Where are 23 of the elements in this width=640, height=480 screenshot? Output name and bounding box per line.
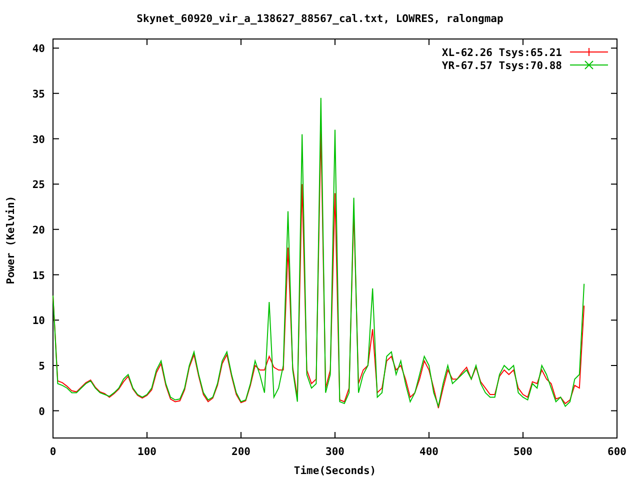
chart-title: Skynet_60920_vir_a_138627_88567_cal.txt, LOWRES, ralongmap	[136, 13, 504, 25]
y-tick-label: 15	[32, 270, 45, 282]
legend-line-icon	[570, 48, 608, 56]
y-tick-label: 35	[32, 88, 45, 100]
y-tick-label: 10	[32, 315, 45, 328]
x-tick-label: 500	[514, 446, 532, 458]
y-axis-title: Power (Kelvin)	[5, 196, 17, 284]
y-tick-label: 30	[32, 134, 45, 146]
x-tick-label: 400	[420, 446, 438, 458]
x-tick-label: 600	[608, 446, 626, 458]
legend-label: YR-67.57 Tsys:70.88	[442, 60, 562, 72]
legend-label: XL-62.26 Tsys:65.21	[442, 47, 562, 59]
x-tick-label: 0	[50, 446, 56, 458]
y-tick-label: 0	[38, 406, 45, 418]
x-axis-title: Time(Seconds)	[294, 465, 376, 477]
y-tick-label: 40	[32, 43, 45, 56]
y-tick-label: 5	[38, 360, 45, 372]
x-tick-label: 200	[232, 446, 250, 458]
y-tick-label: 25	[32, 179, 45, 192]
x-tick-label: 100	[138, 446, 156, 458]
y-tick-label: 20	[32, 224, 45, 236]
x-tick-label: 300	[326, 446, 344, 458]
legend-line-icon	[570, 60, 608, 70]
